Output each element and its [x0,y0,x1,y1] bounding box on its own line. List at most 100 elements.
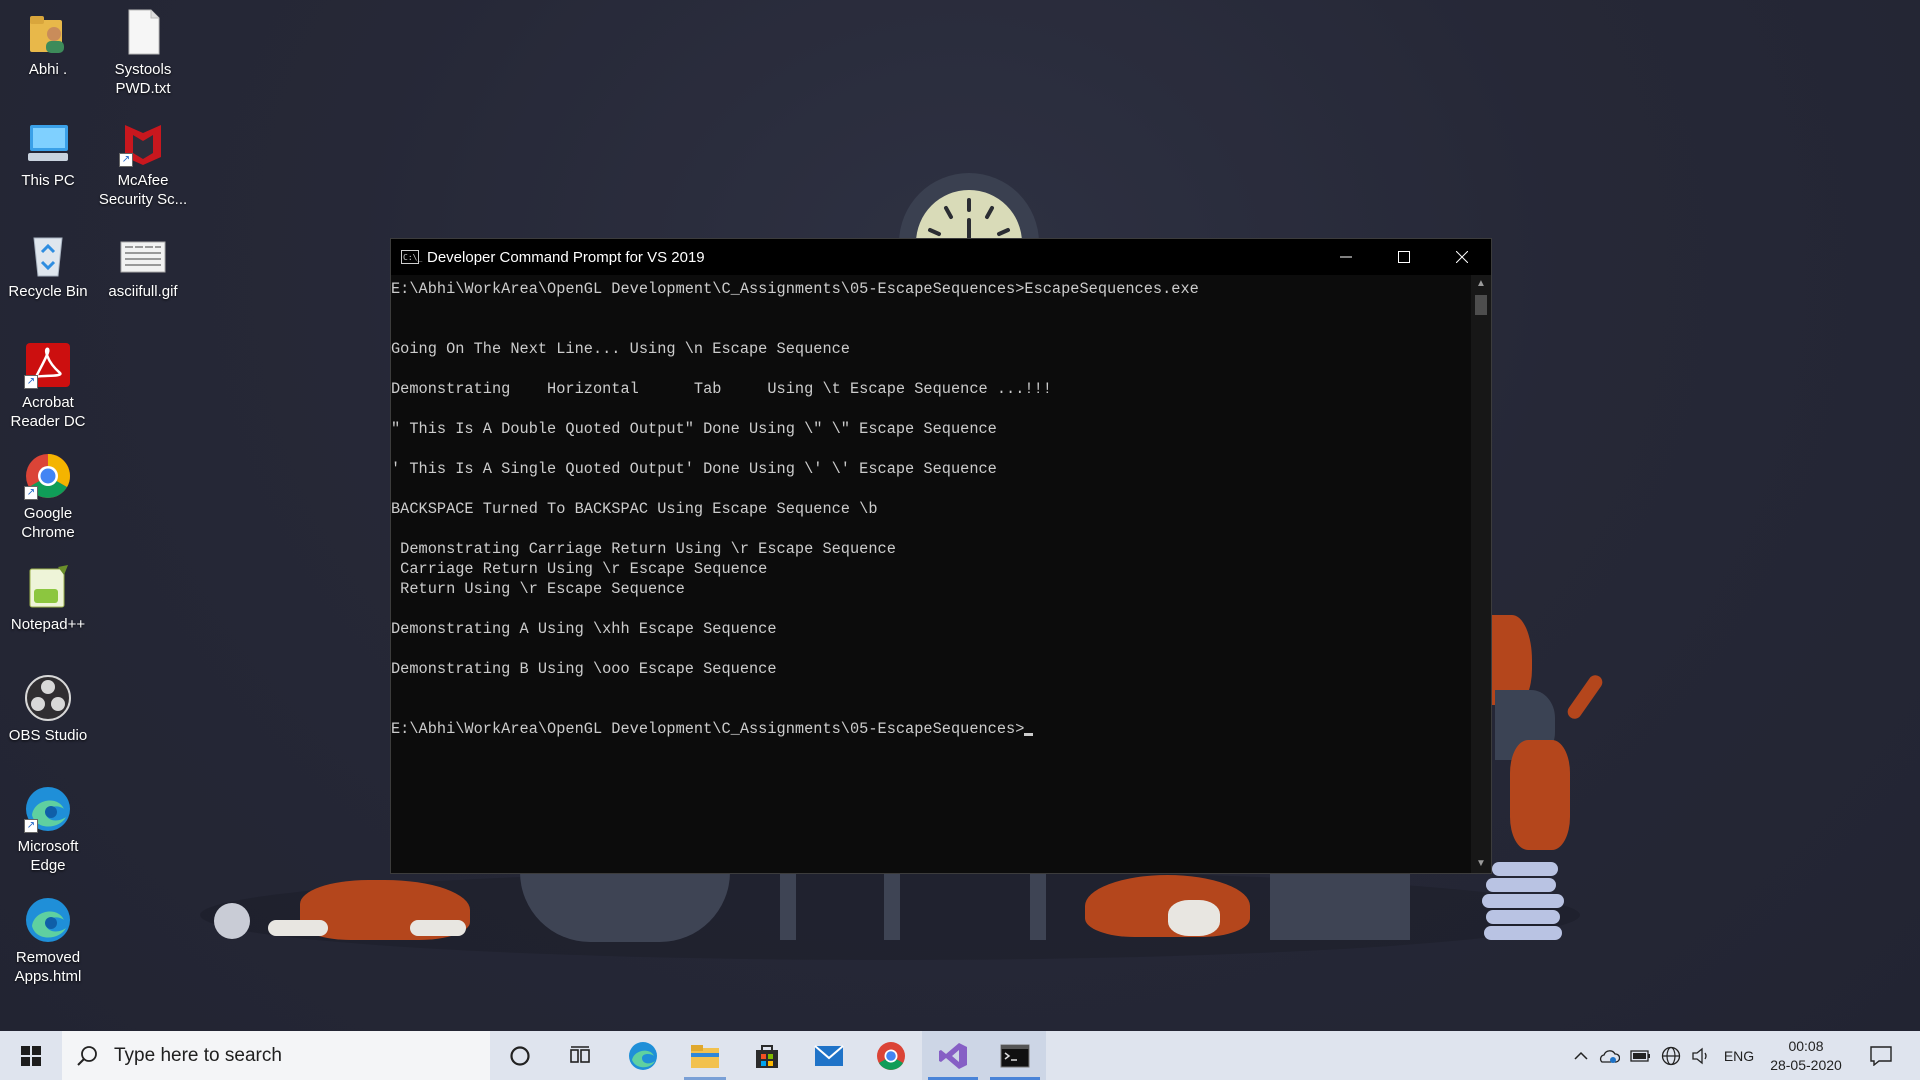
desktop-icon-label: asciifull.gif [108,283,178,300]
console-line: " This Is A Double Quoted Output" Done U… [391,420,997,438]
taskbar-edge-button[interactable] [612,1031,674,1080]
search-icon [77,1045,97,1066]
window-title: Developer Command Prompt for VS 2019 [427,248,705,266]
maximize-icon [1398,251,1410,263]
console-line: Demonstrating Carriage Return Using \r E… [391,540,896,558]
vertical-scrollbar[interactable]: ▲ ▼ [1471,275,1491,873]
wallpaper-table-leg [884,872,900,940]
minimize-button[interactable] [1317,239,1375,275]
wallpaper-dog-tail [1564,672,1606,722]
desktop-icon-mcafee[interactable]: ↗ McAfee Security Sc... [95,119,191,209]
console-output[interactable]: E:\Abhi\WorkArea\OpenGL Development\C_As… [391,275,1471,873]
desktop-icon-label: Acrobat Reader DC [10,394,86,430]
task-view-button[interactable] [550,1031,610,1080]
console-prompt: E:\Abhi\WorkArea\OpenGL Development\C_As… [391,720,1025,738]
chevron-up-icon [1574,1051,1588,1060]
desktop-icon-user-folder[interactable]: Abhi . [0,8,96,79]
wallpaper-dog-body [1510,740,1570,850]
taskbar-mail-button[interactable] [798,1031,860,1080]
speaker-icon [1692,1047,1707,1064]
language-indicator[interactable]: ENG [1718,1031,1760,1080]
start-button[interactable] [0,1031,62,1080]
volume-button[interactable] [1688,1031,1714,1080]
battery-button[interactable] [1628,1031,1654,1080]
acrobat-icon: ↗ [24,341,72,389]
wallpaper-drawer [1270,872,1410,940]
shortcut-arrow-icon: ↗ [24,486,38,500]
taskbar-command-prompt-button[interactable] [984,1031,1046,1080]
image-file-icon [119,230,167,278]
edge-icon: ↗ [24,785,72,833]
desktop-icon-label: Abhi . [28,61,68,78]
console-line: Carriage Return Using \r Escape Sequence [391,560,768,578]
clock-button[interactable]: 00:08 28-05-2020 [1764,1031,1848,1080]
desktop-icon-text-file[interactable]: Systools PWD.txt [95,8,191,98]
taskbar-search-box[interactable]: Type here to search [62,1031,490,1080]
clock-time: 00:08 [1788,1037,1824,1054]
taskbar-store-button[interactable] [736,1031,798,1080]
console-line: Demonstrating A Using \xhh Escape Sequen… [391,620,777,638]
edge-html-icon [24,896,72,944]
wallpaper-curled-dog [1085,875,1250,937]
file-explorer-icon [691,1044,719,1068]
wallpaper-dog-paw [268,920,328,936]
command-prompt-icon: C:\_ [401,250,422,264]
window-title-bar[interactable]: C:\_ Developer Command Prompt for VS 201… [391,239,1491,275]
scrollbar-thumb[interactable] [1475,295,1487,315]
search-placeholder: Type here to search [114,1044,282,1066]
console-line: E:\Abhi\WorkArea\OpenGL Development\C_As… [391,280,1199,298]
taskbar-chrome-button[interactable] [860,1031,922,1080]
wallpaper-table-leg [1030,872,1046,940]
desktop-icon-recycle-bin[interactable]: Recycle Bin [0,230,96,301]
desktop-icon-label: Recycle Bin [8,283,88,300]
desktop-icon-label: This PC [21,172,75,189]
language-label: ENG [1723,1047,1755,1064]
close-button[interactable] [1433,239,1491,275]
maximize-button[interactable] [1375,239,1433,275]
mail-icon [814,1044,844,1066]
taskbar-visual-studio-button[interactable] [922,1031,984,1080]
shortcut-arrow-icon: ↗ [24,375,38,389]
desktop-icon-acrobat[interactable]: ↗ Acrobat Reader DC [0,341,96,431]
action-center-button[interactable] [1856,1031,1906,1080]
windows-logo-icon [21,1045,41,1066]
taskbar-file-explorer-button[interactable] [674,1031,736,1080]
command-prompt-window[interactable]: C:\_ Developer Command Prompt for VS 201… [390,238,1492,874]
network-button[interactable] [1658,1031,1684,1080]
cortana-button[interactable] [490,1031,550,1080]
desktop-icon-removed-apps[interactable]: Removed Apps.html [0,896,96,986]
user-folder-icon [24,8,72,56]
desktop-icon-notepadpp[interactable]: Notepad++ [0,563,96,634]
shortcut-arrow-icon: ↗ [119,153,133,167]
mcafee-icon: ↗ [119,119,167,167]
cortana-icon [510,1045,530,1066]
recycle-bin-icon [24,230,72,278]
desktop-icon-edge[interactable]: ↗ Microsoft Edge [0,785,96,875]
console-line: Going On The Next Line... Using \n Escap… [391,340,850,358]
desktop-icon-image-file[interactable]: asciifull.gif [95,230,191,301]
console-prompt-line[interactable]: E:\Abhi\WorkArea\OpenGL Development\C_As… [391,719,1471,739]
show-hidden-icons-button[interactable] [1570,1031,1592,1080]
desktop-icon-chrome[interactable]: ↗ Google Chrome [0,452,96,542]
console-line: Return Using \r Escape Sequence [391,580,685,598]
clock-date: 28-05-2020 [1770,1056,1842,1073]
notepadpp-icon [24,563,72,611]
scroll-up-icon[interactable]: ▲ [1471,275,1491,293]
desktop-icon-this-pc[interactable]: This PC [0,119,96,190]
chrome-icon: ↗ [24,452,72,500]
console-line: Demonstrating B Using \ooo Escape Sequen… [391,660,777,678]
console-line: Demonstrating Horizontal Tab Using \t Es… [391,380,1052,398]
chrome-icon [877,1041,905,1070]
scroll-down-icon[interactable]: ▼ [1471,855,1491,873]
desktop-icon-label: Notepad++ [10,616,86,633]
shortcut-arrow-icon: ↗ [24,819,38,833]
computer-icon [24,119,72,167]
desktop-icon-obs[interactable]: OBS Studio [0,674,96,745]
onedrive-button[interactable] [1596,1031,1622,1080]
battery-icon [1630,1049,1650,1062]
